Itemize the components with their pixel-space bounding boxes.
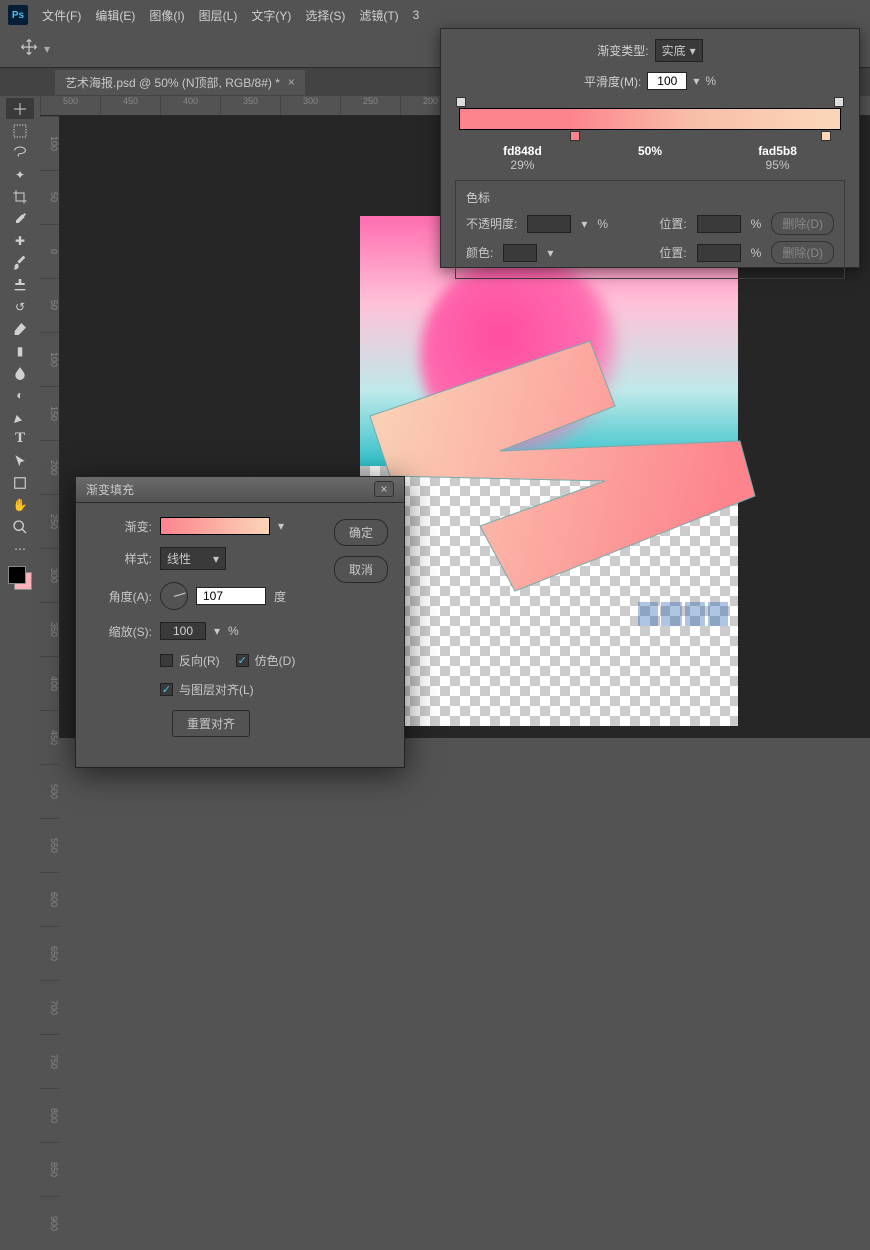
dialog-title: 渐变填充 bbox=[86, 481, 134, 498]
history-brush-tool[interactable]: ↺ bbox=[6, 296, 34, 317]
chevron-down-icon: ▾ bbox=[581, 217, 587, 231]
angle-label: 角度(A): bbox=[92, 588, 152, 605]
chevron-down-icon[interactable]: ▾ bbox=[693, 74, 699, 88]
opacity-stop-left[interactable] bbox=[456, 97, 466, 107]
opacity-stop-right[interactable] bbox=[834, 97, 844, 107]
stops-fieldset: 色标 不透明度: ▾ % 位置: % 删除(D) 颜色: ▾ 位置: % 删除(… bbox=[455, 180, 845, 279]
gradient-fill-dialog: 渐变填充 × 渐变: ▾ 样式: 线性▾ 角度(A): 度 bbox=[75, 476, 405, 768]
chevron-down-icon[interactable]: ▾ bbox=[278, 519, 284, 533]
ruler-vertical: 1005005010015020025030035040045050055060… bbox=[40, 116, 60, 738]
document-tab[interactable]: 艺术海报.psd @ 50% (N顶部, RGB/8#) * × bbox=[55, 70, 305, 95]
move-tool-icon[interactable] bbox=[20, 38, 38, 59]
pen-tool[interactable] bbox=[6, 406, 34, 427]
type-tool[interactable]: T bbox=[6, 428, 34, 449]
percent-label: % bbox=[705, 74, 716, 88]
shape-tool[interactable] bbox=[6, 472, 34, 493]
menu-layer[interactable]: 图层(L) bbox=[199, 7, 238, 24]
stops-title: 色标 bbox=[466, 189, 834, 206]
chevron-down-icon[interactable]: ▾ bbox=[44, 42, 50, 56]
menu-image[interactable]: 图像(I) bbox=[149, 7, 184, 24]
color-swatch-input bbox=[503, 244, 537, 262]
hand-tool[interactable]: ✋ bbox=[6, 494, 34, 515]
move-tool[interactable] bbox=[6, 98, 34, 119]
menu-bar: Ps 文件(F) 编辑(E) 图像(I) 图层(L) 文字(Y) 选择(S) 滤… bbox=[0, 0, 870, 30]
color-label: 颜色: bbox=[466, 244, 493, 261]
chevron-down-icon[interactable]: ▾ bbox=[214, 624, 220, 638]
style-select[interactable]: 线性▾ bbox=[160, 547, 226, 570]
color-swatch[interactable] bbox=[8, 566, 32, 590]
position-label: 位置: bbox=[659, 215, 686, 232]
edit-toolbar[interactable]: ⋯ bbox=[6, 538, 34, 559]
menu-extra: 3 bbox=[413, 8, 420, 22]
ps-logo-icon: Ps bbox=[8, 5, 28, 25]
delete-stop-button: 删除(D) bbox=[771, 212, 834, 235]
menu-type[interactable]: 文字(Y) bbox=[251, 7, 291, 24]
scale-input[interactable] bbox=[160, 622, 206, 640]
watermark bbox=[638, 602, 728, 626]
delete-stop-button-2: 删除(D) bbox=[771, 241, 834, 264]
angle-dial[interactable] bbox=[160, 582, 188, 610]
color-stop-right[interactable] bbox=[821, 131, 831, 141]
marquee-tool[interactable] bbox=[6, 120, 34, 141]
gradient-label: 渐变: bbox=[92, 518, 152, 535]
scale-label: 缩放(S): bbox=[92, 623, 152, 640]
tools-panel: ✦ ✚ ↺ ▮ ◐ T ✋ ⋯ bbox=[0, 96, 40, 592]
menu-filter[interactable]: 滤镜(T) bbox=[359, 7, 398, 24]
style-label: 样式: bbox=[92, 550, 152, 567]
close-icon[interactable]: × bbox=[374, 481, 394, 497]
smoothness-label: 平滑度(M): bbox=[584, 73, 641, 90]
opacity-input bbox=[527, 215, 571, 233]
healing-tool[interactable]: ✚ bbox=[6, 230, 34, 251]
document bbox=[360, 216, 738, 726]
align-checkbox[interactable]: 与图层对齐(L) bbox=[160, 681, 254, 698]
stamp-tool[interactable] bbox=[6, 274, 34, 295]
gradient-editor-panel: 渐变类型: 实底▾ 平滑度(M): ▾ % fd848d29% 50% fad5… bbox=[440, 28, 860, 268]
position-label: 位置: bbox=[659, 244, 686, 261]
tab-label: 艺术海报.psd @ 50% (N顶部, RGB/8#) * bbox=[65, 74, 280, 91]
reverse-checkbox[interactable]: 反向(R) bbox=[160, 652, 220, 669]
grad-type-select[interactable]: 实底▾ bbox=[655, 39, 703, 62]
color-stop-left[interactable] bbox=[570, 131, 580, 141]
eraser-tool[interactable] bbox=[6, 318, 34, 339]
dither-checkbox[interactable]: 仿色(D) bbox=[236, 652, 296, 669]
tab-close-icon[interactable]: × bbox=[288, 75, 295, 89]
menu-select[interactable]: 选择(S) bbox=[305, 7, 345, 24]
angle-unit: 度 bbox=[274, 588, 286, 605]
lasso-tool[interactable] bbox=[6, 142, 34, 163]
dialog-titlebar[interactable]: 渐变填充 × bbox=[76, 477, 404, 503]
gradient-tool[interactable]: ▮ bbox=[6, 340, 34, 361]
eyedropper-tool[interactable] bbox=[6, 208, 34, 229]
brush-tool[interactable] bbox=[6, 252, 34, 273]
magic-wand-tool[interactable]: ✦ bbox=[6, 164, 34, 185]
path-select-tool[interactable] bbox=[6, 450, 34, 471]
angle-input[interactable] bbox=[196, 587, 266, 605]
zoom-tool[interactable] bbox=[6, 516, 34, 537]
dodge-tool[interactable]: ◐ bbox=[6, 384, 34, 405]
smoothness-input[interactable] bbox=[647, 72, 687, 90]
reset-align-button[interactable]: 重置对齐 bbox=[172, 710, 250, 737]
chevron-down-icon: ▾ bbox=[547, 246, 553, 260]
gradient-bar[interactable] bbox=[459, 108, 841, 130]
menu-edit[interactable]: 编辑(E) bbox=[95, 7, 135, 24]
grad-type-label: 渐变类型: bbox=[597, 42, 648, 59]
menu-file[interactable]: 文件(F) bbox=[42, 7, 81, 24]
stop-readout: fd848d29% 50% fad5b895% bbox=[455, 144, 845, 172]
blur-tool[interactable] bbox=[6, 362, 34, 383]
position-input bbox=[697, 215, 741, 233]
opacity-label: 不透明度: bbox=[466, 215, 517, 232]
crop-tool[interactable] bbox=[6, 186, 34, 207]
shape-layer[interactable] bbox=[360, 336, 760, 596]
position-input-2 bbox=[697, 244, 741, 262]
scale-unit: % bbox=[228, 624, 239, 638]
ok-button[interactable]: 确定 bbox=[334, 519, 388, 546]
cancel-button[interactable]: 取消 bbox=[334, 556, 388, 583]
gradient-preview[interactable] bbox=[160, 517, 270, 535]
